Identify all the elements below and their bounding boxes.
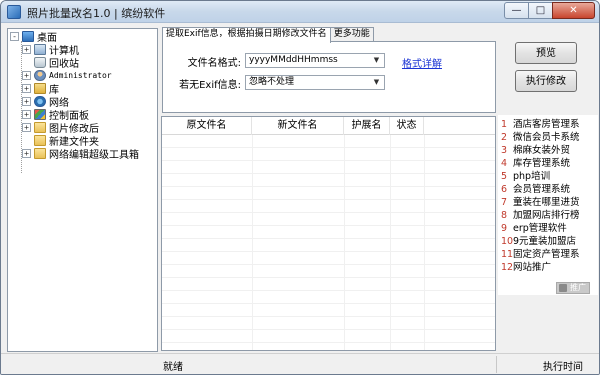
folder-icon — [34, 122, 46, 133]
execute-button[interactable]: 执行修改 — [515, 70, 577, 92]
noexif-select[interactable]: 忽略不处理 ▼ — [245, 75, 385, 90]
column-header-new-name[interactable]: 新文件名 — [252, 117, 344, 135]
computer-icon — [34, 44, 46, 55]
promo-link[interactable]: 8 加盟网店排行榜 — [501, 209, 580, 222]
tree-item-administrator[interactable]: + Administrator — [22, 69, 112, 82]
promo-link[interactable]: 4 库存管理系统 — [501, 157, 570, 170]
format-label: 文件名格式: — [187, 58, 241, 69]
promo-list: 1 酒店客房管理系 2 微信会员卡系统 3 棉麻女装外贸 4 库存管理系统 5 php培训… — [498, 115, 598, 295]
tree-item-label: 网络编辑超级工具箱 — [49, 150, 139, 161]
column-header-extension[interactable]: 护展名 — [344, 117, 390, 135]
expand-icon[interactable]: + — [22, 45, 31, 54]
table-row — [162, 304, 495, 317]
lock-icon — [559, 284, 567, 292]
tree-item-recycle-bin[interactable]: 回收站 — [22, 56, 79, 70]
function-tabs: 提取Exif信息，根据拍摄日期修改文件名 更多功能 — [162, 27, 374, 43]
table-row — [162, 317, 495, 330]
expand-icon[interactable]: + — [22, 84, 31, 93]
dropdown-arrow-icon[interactable]: ▼ — [371, 54, 382, 67]
table-row — [162, 200, 495, 213]
format-select-value: yyyyMMddHHmmss — [249, 55, 338, 65]
expand-icon[interactable]: + — [22, 149, 31, 158]
folder-icon — [34, 135, 46, 146]
noexif-label: 若无Exif信息: — [179, 80, 241, 91]
preview-button[interactable]: 预览 — [515, 42, 577, 64]
file-table[interactable]: 原文件名 新文件名 护展名 状态 — [161, 116, 496, 351]
table-row — [162, 278, 495, 291]
execution-time-label: 执行时间 — [543, 362, 583, 373]
table-row — [162, 174, 495, 187]
tab-more-functions[interactable]: 更多功能 — [329, 27, 374, 42]
minimize-icon[interactable]: — — [504, 2, 529, 19]
app-window: 照片批量改名1.0 | 缤纷软件 — □ ✕ - 桌面 + 计算机 回收站 + … — [0, 0, 600, 375]
folder-tree[interactable]: - 桌面 + 计算机 回收站 + Administrator + 库 + 网络 — [7, 28, 158, 352]
table-row — [162, 187, 495, 200]
promo-link[interactable]: 11固定资产管理系 — [501, 248, 580, 261]
promo-link[interactable]: 5 php培训 — [501, 170, 550, 183]
table-row — [162, 135, 495, 148]
promo-badge[interactable]: 推广 — [556, 282, 590, 294]
dropdown-arrow-icon[interactable]: ▼ — [371, 76, 382, 89]
promo-link[interactable]: 1 酒店客房管理系 — [501, 118, 580, 131]
table-row — [162, 148, 495, 161]
promo-link[interactable]: 12网站推广 — [501, 261, 551, 274]
settings-panel: 文件名格式: yyyyMMddHHmmss ▼ 格式详解 若无Exif信息: 忽… — [162, 41, 496, 113]
promo-link[interactable]: 7 童装在哪里进货 — [501, 196, 580, 209]
table-row — [162, 161, 495, 174]
table-row — [162, 239, 495, 252]
status-bar: 就绪 执行时间 — [1, 353, 599, 374]
tree-item-toolbox-folder[interactable]: + 网络编辑超级工具箱 — [22, 147, 139, 161]
promo-link[interactable]: 6 会员管理系统 — [501, 183, 570, 196]
table-row — [162, 213, 495, 226]
expand-icon[interactable]: + — [22, 97, 31, 106]
expand-icon[interactable]: + — [22, 110, 31, 119]
maximize-icon[interactable]: □ — [528, 2, 553, 19]
promo-link[interactable]: 9 erp管理软件 — [501, 222, 567, 235]
close-icon[interactable]: ✕ — [552, 2, 595, 19]
user-folder-icon — [34, 70, 46, 81]
promo-link[interactable]: 109元童装加盟店 — [501, 235, 576, 248]
format-select[interactable]: yyyyMMddHHmmss ▼ — [245, 53, 385, 68]
promo-link[interactable]: 2 微信会员卡系统 — [501, 131, 580, 144]
tree-item-label: Administrator — [49, 71, 112, 80]
promo-link[interactable]: 3 棉麻女装外贸 — [501, 144, 570, 157]
format-help-link[interactable]: 格式详解 — [402, 55, 442, 70]
table-row — [162, 330, 495, 343]
expand-icon[interactable]: + — [22, 123, 31, 132]
table-header: 原文件名 新文件名 护展名 状态 — [162, 117, 495, 135]
noexif-select-value: 忽略不处理 — [249, 77, 295, 87]
title-bar: 照片批量改名1.0 | 缤纷软件 — □ ✕ — [1, 1, 599, 23]
window-controls: — □ ✕ — [504, 2, 595, 20]
column-header-status[interactable]: 状态 — [390, 117, 424, 135]
desktop-icon — [22, 31, 34, 42]
expand-icon[interactable]: + — [22, 71, 31, 80]
table-row — [162, 265, 495, 278]
recycle-bin-icon — [34, 57, 46, 68]
window-title: 照片批量改名1.0 | 缤纷软件 — [27, 7, 166, 20]
status-divider — [496, 356, 497, 373]
network-icon — [34, 96, 46, 107]
collapse-icon[interactable]: - — [10, 32, 19, 41]
folder-icon — [34, 148, 46, 159]
tab-exif-rename[interactable]: 提取Exif信息，根据拍摄日期修改文件名 — [162, 27, 331, 43]
table-row — [162, 252, 495, 265]
column-header-original-name[interactable]: 原文件名 — [162, 117, 252, 135]
status-text: 就绪 — [163, 362, 183, 373]
table-row — [162, 226, 495, 239]
app-icon — [7, 5, 21, 19]
library-icon — [34, 83, 46, 94]
tree-item-label: 回收站 — [49, 59, 79, 70]
table-row — [162, 291, 495, 304]
control-panel-icon — [34, 109, 46, 120]
